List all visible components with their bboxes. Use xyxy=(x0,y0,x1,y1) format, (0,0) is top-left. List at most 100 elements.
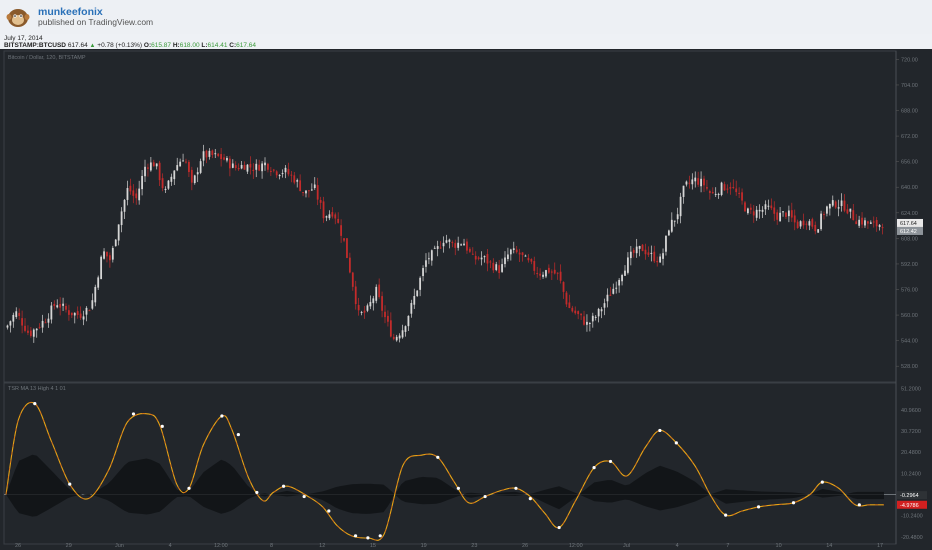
close-value: 617.64 xyxy=(236,42,256,49)
indicator-marker xyxy=(255,490,259,495)
candle-body xyxy=(185,161,187,163)
candle-body xyxy=(858,219,861,226)
indicator-marker xyxy=(658,428,662,433)
candle-body xyxy=(515,249,518,253)
candle-body xyxy=(659,256,662,263)
candle-body xyxy=(451,242,454,244)
candle-body xyxy=(717,193,720,195)
candle-body xyxy=(240,164,243,169)
candle-body xyxy=(656,260,659,263)
candle-body xyxy=(114,239,117,247)
candle-body xyxy=(638,245,641,249)
candle-body xyxy=(471,253,474,255)
indicator-tick-label: -10.2400 xyxy=(901,514,923,520)
monkey-avatar-icon[interactable] xyxy=(6,6,30,28)
candle-body xyxy=(694,177,697,182)
publish-date: July 17, 2014 xyxy=(4,35,43,42)
candle-body xyxy=(545,270,547,277)
price-tick-label: 560.00 xyxy=(901,313,918,319)
candle-body xyxy=(667,230,670,236)
candle-body xyxy=(697,178,700,185)
price-tick-label: 656.00 xyxy=(901,160,918,166)
candle-body xyxy=(369,301,372,307)
candle-body xyxy=(849,208,852,212)
candle-body xyxy=(770,205,773,209)
price-tick-label: 608.00 xyxy=(901,236,918,242)
indicator-marker xyxy=(557,525,561,530)
candle-body xyxy=(574,310,577,314)
price-change: +0.78 (+0.13%) xyxy=(97,42,143,49)
candle-body xyxy=(76,311,79,315)
candle-body xyxy=(872,221,875,223)
candle-body xyxy=(814,224,817,232)
price-tick-label: 704.00 xyxy=(901,83,918,89)
candle-body xyxy=(799,221,802,227)
candle-body xyxy=(723,184,726,191)
candle-body xyxy=(700,178,702,187)
candle-body xyxy=(805,223,808,225)
candle-body xyxy=(246,164,249,172)
candle-body xyxy=(158,162,161,181)
candle-body xyxy=(56,305,59,308)
candle-body xyxy=(375,286,378,301)
candle-body xyxy=(861,217,863,225)
time-tick-label: Jun xyxy=(115,543,124,549)
main-pane-title: Bitcoin / Dollar, 120, BITSTAMP xyxy=(8,55,86,61)
candle-body xyxy=(73,312,76,316)
candle-body xyxy=(486,254,489,264)
time-tick-label: 26 xyxy=(522,543,528,549)
candle-body xyxy=(50,305,53,320)
candle-body xyxy=(15,311,18,317)
candle-body xyxy=(413,295,416,305)
candle-body xyxy=(407,315,410,327)
indicator-marker xyxy=(528,497,532,501)
candle-body xyxy=(483,256,486,258)
candle-body xyxy=(88,310,91,312)
candle-body xyxy=(594,316,597,318)
candle-body xyxy=(310,189,313,191)
candle-body xyxy=(436,246,439,249)
candle-body xyxy=(261,163,263,172)
candle-body xyxy=(703,178,705,186)
candle-body xyxy=(512,248,515,250)
low-value: 614.41 xyxy=(207,42,228,49)
candle-body xyxy=(389,320,392,337)
candle-body xyxy=(495,264,498,270)
candle-body xyxy=(729,187,732,189)
candle-body xyxy=(144,166,146,177)
candle-body xyxy=(747,208,749,214)
indicator-marker xyxy=(674,441,678,445)
price-chart[interactable]: 720.00 704.00 688.00 672.00 656.00 640.00 624.… xyxy=(0,49,932,550)
candle-body xyxy=(498,265,501,274)
candle-body xyxy=(539,273,542,276)
candle-body xyxy=(287,169,290,175)
price-tick-label: 688.00 xyxy=(901,109,918,115)
candle-body xyxy=(387,315,389,322)
candle-body xyxy=(32,329,35,337)
candle-body xyxy=(202,151,205,161)
price-tick-label: 672.00 xyxy=(901,134,918,140)
candle-body xyxy=(787,210,790,217)
candle-body xyxy=(117,224,120,241)
candle-body xyxy=(9,321,12,326)
candle-body xyxy=(21,318,23,326)
candle-body xyxy=(591,315,594,322)
candle-body xyxy=(749,207,752,210)
indicator-marker xyxy=(327,509,331,513)
candle-body xyxy=(167,180,170,189)
candle-body xyxy=(293,175,296,183)
candle-body xyxy=(422,268,424,277)
candle-body xyxy=(120,211,123,226)
candle-body xyxy=(864,220,866,226)
candle-body xyxy=(346,238,348,258)
candle-body xyxy=(439,247,442,249)
indicator-marker xyxy=(608,459,613,464)
candle-body xyxy=(237,167,240,170)
candle-body xyxy=(553,269,556,274)
indicator-tick-label: 20.4800 xyxy=(901,450,921,456)
candle-body xyxy=(29,330,32,336)
indicator-pane-title: TSR MA 13 High 4 1 01 xyxy=(8,386,66,392)
time-tick-label: 4 xyxy=(676,543,679,549)
candle-body xyxy=(132,190,135,196)
candle-body xyxy=(199,161,202,173)
